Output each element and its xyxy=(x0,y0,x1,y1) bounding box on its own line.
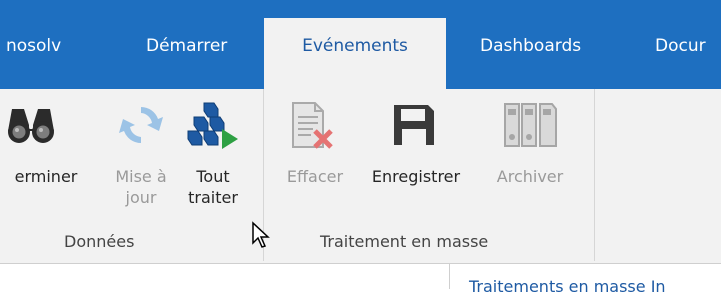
tab-demarrer[interactable]: Démarrer xyxy=(146,37,227,55)
tout-traiter-button[interactable]: Tout traiter xyxy=(182,166,244,208)
group-label-donnees: Données xyxy=(64,232,135,251)
content-splitter[interactable] xyxy=(449,263,450,289)
group-separator xyxy=(594,89,595,261)
document-delete-icon xyxy=(292,102,333,149)
enregistrer-button[interactable]: Enregistrer xyxy=(357,166,475,187)
ribbon-tab-bar: nosolv Démarrer Evénements Dashboards Do… xyxy=(0,0,721,89)
tout-traiter-line2: traiter xyxy=(188,188,238,207)
group-label-traitement: Traitement en masse xyxy=(320,232,489,251)
archive-binders-icon xyxy=(504,103,557,147)
panel-title: Traitements en masse In xyxy=(469,277,666,296)
determiner-label: erminer xyxy=(14,167,78,186)
tab-documents[interactable]: Docur xyxy=(655,37,706,55)
binoculars-icon xyxy=(8,109,54,143)
cubes-play-icon xyxy=(187,102,238,149)
tout-traiter-line1: Tout xyxy=(196,167,230,186)
refresh-icon xyxy=(119,106,163,144)
mouse-cursor-icon xyxy=(252,221,270,248)
enregistrer-label: Enregistrer xyxy=(371,167,461,186)
archiver-label: Archiver xyxy=(496,167,564,186)
mise-a-jour-line2: jour xyxy=(125,188,157,207)
archiver-button[interactable]: Archiver xyxy=(481,166,579,187)
mise-a-jour-button[interactable]: Mise à jour xyxy=(103,166,179,208)
tab-dashboards[interactable]: Dashboards xyxy=(480,37,581,55)
save-icon xyxy=(394,105,434,145)
mise-a-jour-line1: Mise à xyxy=(115,167,167,186)
determiner-button[interactable]: erminer xyxy=(0,166,92,187)
effacer-button[interactable]: Effacer xyxy=(272,166,358,187)
tab-evenements[interactable]: Evénements xyxy=(264,18,446,89)
effacer-label: Effacer xyxy=(286,167,344,186)
tab-nosolv[interactable]: nosolv xyxy=(6,37,61,55)
